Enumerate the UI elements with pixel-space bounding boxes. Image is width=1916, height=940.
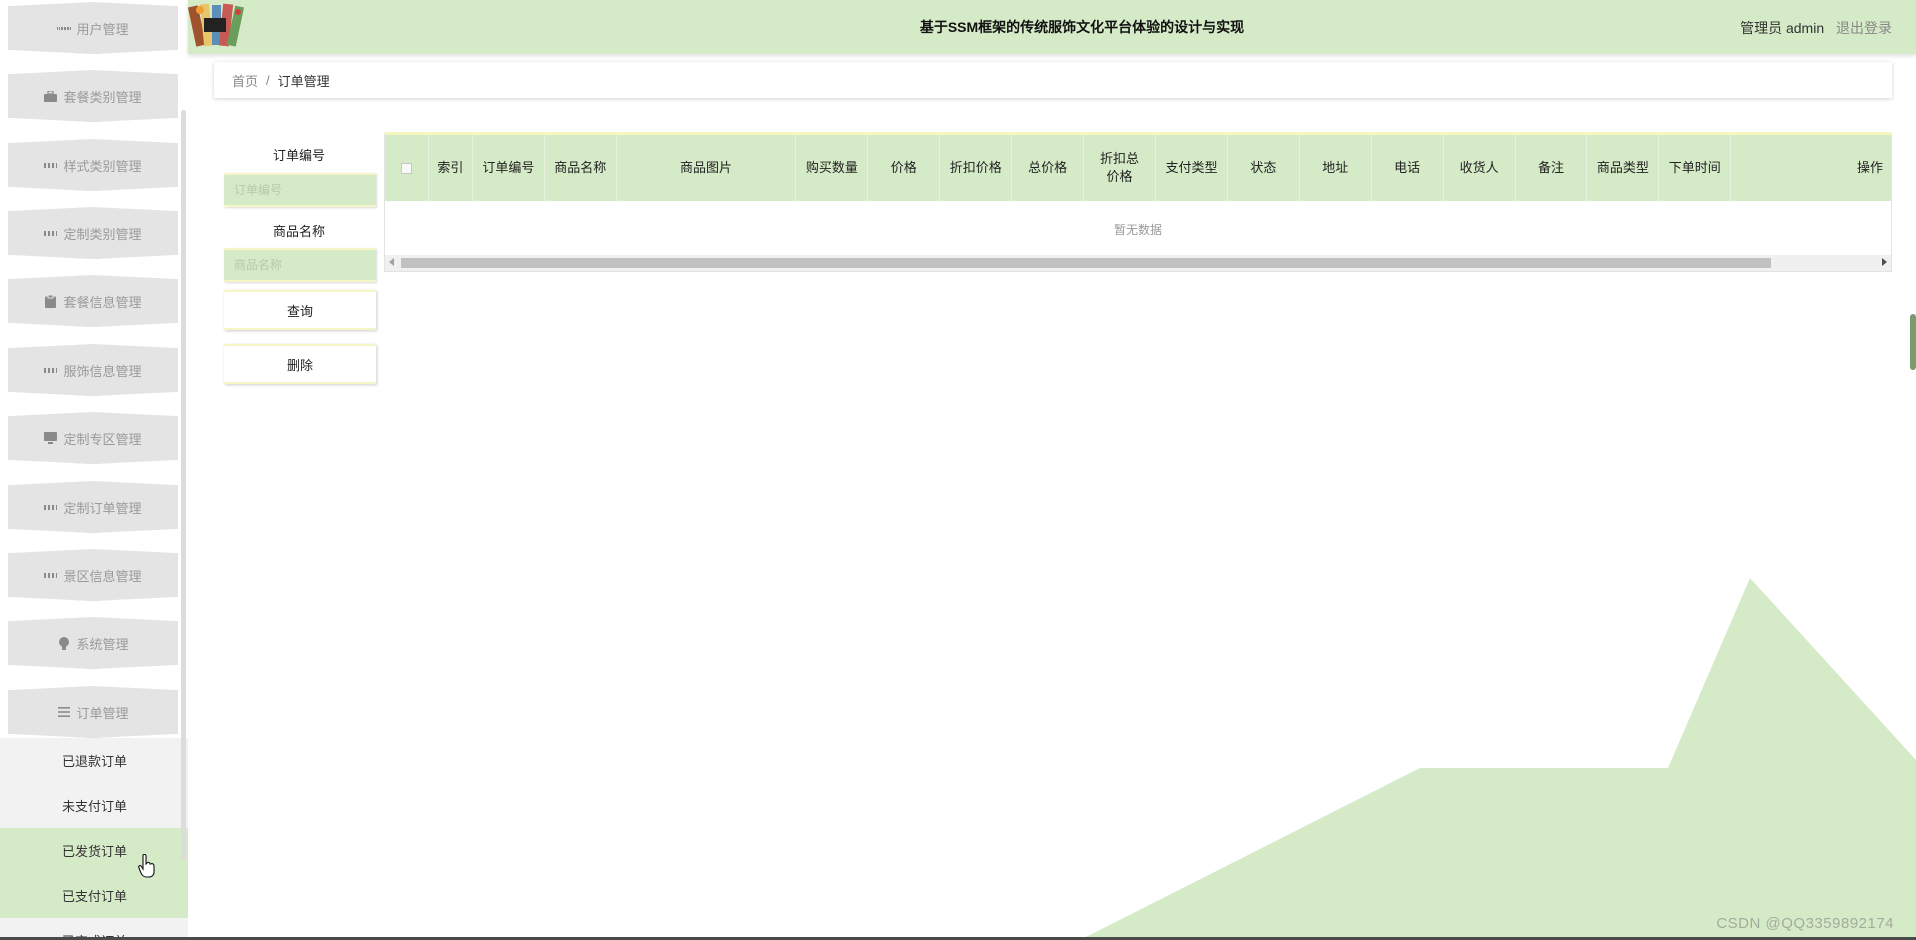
order-no-label: 订单编号 xyxy=(272,148,325,163)
grid-icon xyxy=(44,227,58,240)
page-scrollbar[interactable] xyxy=(1910,314,1916,370)
watermark: CSDN @QQ3359892174 xyxy=(1716,915,1894,932)
bulb-icon xyxy=(57,636,70,650)
sidebar-item-label: 定制类别管理 xyxy=(63,226,142,242)
select-all-checkbox[interactable] xyxy=(400,162,412,174)
breadcrumb: 首页 / 订单管理 xyxy=(214,62,1892,98)
submenu-shipped-orders[interactable]: 已发货订单 xyxy=(0,828,188,873)
sidebar-item-label: 用户管理 xyxy=(76,21,129,37)
empty-state: 暂无数据 xyxy=(1113,223,1162,237)
orders-table: 索引 订单编号 商品名称 商品图片 购买数量 价格 折扣价格 总价格 折扣总价格… xyxy=(384,132,1892,272)
sidebar-item-label: 定制订单管理 xyxy=(63,500,142,516)
column-header: 操作 xyxy=(1857,160,1884,175)
clipboard-icon xyxy=(44,294,57,308)
sidebar-item-label: 服饰信息管理 xyxy=(63,363,142,379)
list-icon xyxy=(57,706,70,719)
submenu-unpaid-orders[interactable]: 未支付订单 xyxy=(0,783,188,828)
scrollbar-thumb[interactable] xyxy=(401,258,1771,268)
monitor-icon xyxy=(44,432,58,445)
sidebar-item-package-category[interactable]: 套餐类别管理 xyxy=(8,70,178,122)
product-name-input[interactable] xyxy=(224,248,376,282)
column-header[interactable]: 总价格 xyxy=(1012,135,1085,201)
column-header[interactable]: 电话 xyxy=(1372,135,1444,201)
grid-icon xyxy=(44,569,58,582)
query-button[interactable]: 查询 xyxy=(224,290,376,330)
grid-icon xyxy=(44,159,58,172)
logout-link[interactable]: 退出登录 xyxy=(1836,20,1892,36)
sidebar-item-custom-category[interactable]: 定制类别管理 xyxy=(8,207,178,259)
scroll-right-icon[interactable] xyxy=(1882,258,1887,266)
grid-icon xyxy=(44,364,58,377)
table-header: 索引 订单编号 商品名称 商品图片 购买数量 价格 折扣价格 总价格 折扣总价格… xyxy=(385,135,1891,201)
scroll-left-icon[interactable] xyxy=(389,258,394,266)
sidebar-item-label: 套餐信息管理 xyxy=(63,294,142,310)
order-no-input[interactable] xyxy=(224,173,376,207)
breadcrumb-separator: / xyxy=(266,72,270,88)
sidebar-item-system[interactable]: 系统管理 xyxy=(8,617,178,669)
sidebar: 用户管理 套餐类别管理 样式类别管理 定制类别管理 套餐信息管理 服饰信息管理 … xyxy=(0,0,188,940)
column-header[interactable]: 支付类型 xyxy=(1156,135,1228,201)
sidebar-item-clothing-info[interactable]: 服饰信息管理 xyxy=(8,344,178,396)
submenu-paid-orders[interactable]: 已支付订单 xyxy=(0,873,188,918)
sidebar-item-scenic-info[interactable]: 景区信息管理 xyxy=(8,549,178,601)
page-title: 基于SSM框架的传统服饰文化平台体验的设计与实现 xyxy=(919,19,1245,35)
horizontal-scrollbar[interactable] xyxy=(385,255,1891,271)
sidebar-item-package-info[interactable]: 套餐信息管理 xyxy=(8,275,178,327)
column-header[interactable]: 地址 xyxy=(1300,135,1372,201)
submenu-refunded-orders[interactable]: 已退款订单 xyxy=(0,738,188,783)
delete-button[interactable]: 删除 xyxy=(224,344,376,384)
column-header[interactable]: 商品图片 xyxy=(617,135,797,201)
grid-icon xyxy=(57,22,71,35)
submenu-label: 已支付订单 xyxy=(62,889,128,904)
username: admin xyxy=(1785,20,1825,36)
sidebar-item-label: 样式类别管理 xyxy=(63,158,142,174)
sidebar-item-custom-zone[interactable]: 定制专区管理 xyxy=(8,412,178,464)
column-header[interactable]: 索引 xyxy=(429,135,473,201)
submenu-label: 已发货订单 xyxy=(62,844,128,859)
grid-icon xyxy=(44,501,58,514)
column-header[interactable]: 价格 xyxy=(868,135,941,201)
background-decoration xyxy=(1080,578,1916,940)
briefcase-icon xyxy=(44,90,58,103)
column-header[interactable]: 商品类型 xyxy=(1587,135,1660,201)
breadcrumb-current: 订单管理 xyxy=(277,73,330,89)
sidebar-scrollbar[interactable] xyxy=(181,110,186,860)
submenu-label: 已退款订单 xyxy=(62,754,128,769)
sidebar-item-style-category[interactable]: 样式类别管理 xyxy=(8,139,178,191)
user-info: 管理员 admin 退出登录 xyxy=(1740,18,1892,38)
sidebar-item-label: 系统管理 xyxy=(76,636,129,652)
sidebar-item-orders[interactable]: 订单管理 xyxy=(8,686,178,738)
sidebar-item-label: 套餐类别管理 xyxy=(63,89,142,105)
sidebar-item-label: 景区信息管理 xyxy=(63,568,142,584)
hand-cursor-icon xyxy=(138,854,155,878)
column-header[interactable]: 商品名称 xyxy=(545,135,617,201)
column-header[interactable]: 折扣价格 xyxy=(940,135,1013,201)
breadcrumb-home[interactable]: 首页 xyxy=(232,71,258,90)
column-header[interactable]: 状态 xyxy=(1228,135,1300,201)
product-name-label: 商品名称 xyxy=(272,224,325,239)
column-header[interactable]: 折扣总价格 xyxy=(1084,135,1156,201)
column-header[interactable]: 收货人 xyxy=(1444,135,1516,201)
select-all-cell xyxy=(385,135,429,201)
sidebar-item-label: 订单管理 xyxy=(76,705,129,721)
sidebar-item-users[interactable]: 用户管理 xyxy=(8,2,178,54)
submenu-label: 未支付订单 xyxy=(62,799,128,814)
header: 基于SSM框架的传统服饰文化平台体验的设计与实现 管理员 admin 退出登录 xyxy=(187,0,1916,54)
column-header[interactable]: 下单时间 xyxy=(1659,135,1732,201)
sidebar-item-custom-orders[interactable]: 定制订单管理 xyxy=(8,481,178,533)
column-header[interactable]: 购买数量 xyxy=(796,135,869,201)
sidebar-item-label: 定制专区管理 xyxy=(63,431,142,447)
column-header[interactable]: 订单编号 xyxy=(473,135,545,201)
user-role: 管理员 xyxy=(1740,20,1783,36)
column-header[interactable]: 备注 xyxy=(1516,135,1588,201)
